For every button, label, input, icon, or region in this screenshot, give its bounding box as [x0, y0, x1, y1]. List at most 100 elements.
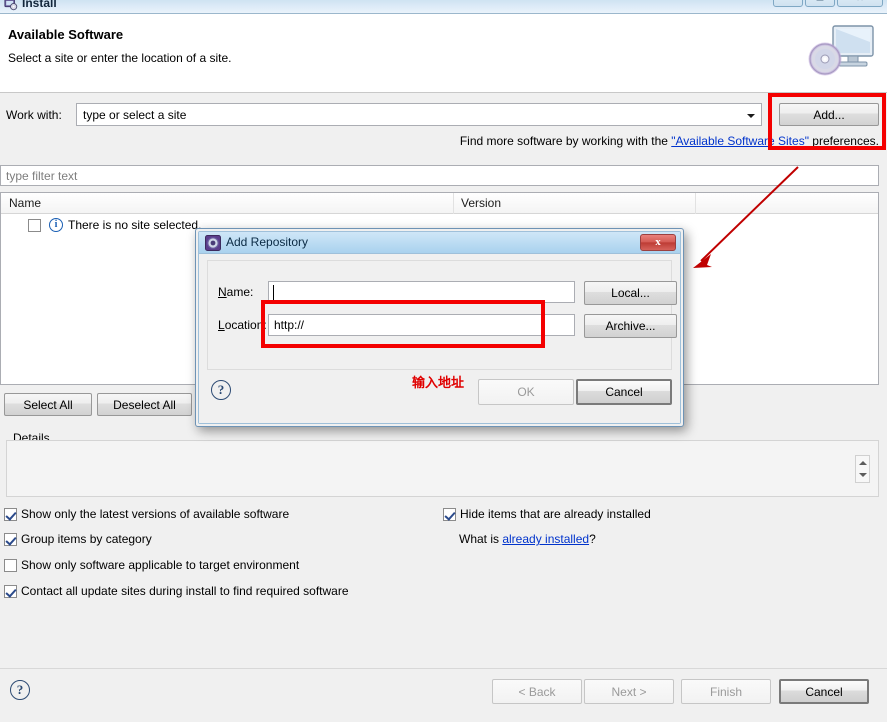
add-button-label: Add...	[813, 107, 845, 122]
filter-placeholder: type filter text	[6, 169, 78, 183]
checkbox[interactable]	[4, 533, 17, 547]
work-with-value: type or select a site	[83, 108, 187, 122]
dialog-help-icon[interactable]: ?	[211, 380, 231, 400]
name-label-rest: ame:	[226, 285, 254, 299]
spinner-up-icon[interactable]	[858, 461, 867, 465]
back-button-label: < Back	[518, 684, 556, 699]
maximize-icon: ▭	[816, 0, 825, 3]
select-all-label: Select All	[23, 397, 73, 412]
minimize-icon: —	[784, 0, 793, 3]
location-value: http://	[274, 318, 305, 332]
location-label-mnemonic: L	[218, 318, 225, 332]
option-group-by-category[interactable]: Group items by category	[4, 532, 152, 547]
dialog-cancel-button[interactable]: Cancel	[576, 379, 672, 405]
info-icon: i	[49, 218, 63, 232]
next-button[interactable]: Next >	[584, 679, 674, 704]
dialog-body: Name: Local... Location: http:// Archive…	[199, 254, 680, 423]
checkbox[interactable]	[4, 508, 17, 522]
window-controls: — ▭ ✕	[773, 0, 883, 7]
find-more-suffix: preferences.	[808, 134, 879, 148]
dialog-titlebar: Add Repository x	[199, 232, 680, 254]
name-label-mnemonic: N	[218, 285, 227, 299]
name-input[interactable]	[268, 281, 575, 303]
dialog-content-panel: Name: Local... Location: http:// Archive…	[207, 260, 677, 370]
location-label-rest: ocation:	[224, 318, 267, 332]
table-header: Name Version	[1, 193, 878, 214]
minimize-button[interactable]: —	[773, 0, 803, 7]
what-is-prefix: What is	[459, 532, 503, 546]
add-button[interactable]: Add...	[779, 103, 879, 126]
option-label: Contact all update sites during install …	[21, 584, 349, 598]
option-hide-already-installed[interactable]: Hide items that are already installed	[443, 507, 651, 522]
page-title: Available Software	[8, 27, 124, 42]
window-titlebar: Install — ▭ ✕	[0, 0, 887, 14]
option-show-applicable-target-env[interactable]: Show only software applicable to target …	[4, 558, 300, 573]
option-label: Group items by category	[21, 532, 152, 546]
option-show-latest-versions[interactable]: Show only the latest versions of availab…	[4, 507, 290, 522]
already-installed-link[interactable]: already installed	[502, 532, 589, 546]
finish-button-label: Finish	[709, 684, 742, 699]
cancel-button[interactable]: Cancel	[779, 679, 869, 704]
option-contact-all-update-sites[interactable]: Contact all update sites during install …	[4, 584, 349, 599]
text-caret	[273, 285, 274, 300]
name-label: Name:	[218, 285, 253, 299]
column-header-name[interactable]: Name	[9, 196, 41, 210]
deselect-all-label: Deselect All	[113, 397, 176, 412]
chevron-down-icon[interactable]	[747, 114, 755, 118]
add-repository-dialog: Add Repository x Name: Local... Location…	[195, 228, 684, 427]
what-is-suffix: ?	[589, 532, 596, 546]
option-label: Hide items that are already installed	[460, 507, 651, 521]
help-question-icon[interactable]: ?	[10, 680, 30, 700]
row-name: There is no site selected.	[68, 218, 202, 232]
maximize-button[interactable]: ▭	[805, 0, 835, 7]
column-divider-1[interactable]	[453, 193, 454, 214]
wizard-header: Available Software Select a site or ente…	[0, 14, 887, 93]
checkbox[interactable]	[4, 559, 17, 573]
dialog-frame: Add Repository x Name: Local... Location…	[198, 231, 681, 424]
window-title: Install	[22, 0, 57, 10]
work-with-label: Work with:	[6, 108, 62, 122]
install-wizard-window: Install — ▭ ✕ Available Software Select …	[0, 0, 887, 722]
close-icon: ✕	[856, 0, 864, 3]
location-label: Location:	[218, 318, 267, 332]
local-button-label: Local...	[611, 286, 650, 300]
monitor-cd-icon	[808, 25, 874, 76]
archive-button[interactable]: Archive...	[584, 314, 677, 338]
option-label: Show only software applicable to target …	[21, 558, 300, 572]
details-panel	[6, 440, 879, 497]
ok-button[interactable]: OK	[478, 379, 574, 405]
filter-input[interactable]: type filter text	[0, 165, 879, 186]
checkbox[interactable]	[443, 508, 456, 522]
available-software-sites-link[interactable]: "Available Software Sites"	[671, 134, 809, 148]
location-input[interactable]: http://	[268, 314, 575, 336]
dialog-close-button[interactable]: x	[640, 234, 676, 251]
what-is-already-installed: What is already installed?	[459, 532, 596, 546]
find-more-software-text: Find more software by working with the "…	[460, 134, 879, 148]
page-subtitle: Select a site or enter the location of a…	[8, 51, 232, 65]
finish-button[interactable]: Finish	[681, 679, 771, 704]
back-button[interactable]: < Back	[492, 679, 582, 704]
next-button-label: Next >	[611, 684, 647, 699]
dialog-title: Add Repository	[226, 235, 309, 249]
annotation-chinese-note: 输入地址	[412, 376, 465, 391]
ok-button-label: OK	[517, 385, 535, 399]
column-divider-2[interactable]	[695, 193, 696, 214]
spinner-down-icon[interactable]	[858, 473, 867, 477]
deselect-all-button[interactable]: Deselect All	[97, 393, 192, 416]
repository-gear-icon	[205, 235, 221, 251]
row-checkbox[interactable]	[28, 219, 41, 232]
checkbox[interactable]	[4, 585, 17, 599]
spinner-arrows-icon[interactable]	[855, 455, 870, 483]
column-header-version[interactable]: Version	[461, 196, 501, 210]
work-with-combo[interactable]: type or select a site	[76, 103, 762, 126]
dialog-cancel-label: Cancel	[605, 385, 643, 399]
select-all-button[interactable]: Select All	[4, 393, 92, 416]
install-wizard-icon	[4, 0, 18, 11]
close-button[interactable]: ✕	[837, 0, 883, 7]
cancel-button-label: Cancel	[805, 684, 843, 699]
close-icon: x	[655, 236, 661, 248]
find-more-prefix: Find more software by working with the	[459, 134, 672, 148]
local-button[interactable]: Local...	[584, 281, 677, 305]
footer-separator	[0, 668, 887, 669]
option-label: Show only the latest versions of availab…	[21, 507, 290, 521]
